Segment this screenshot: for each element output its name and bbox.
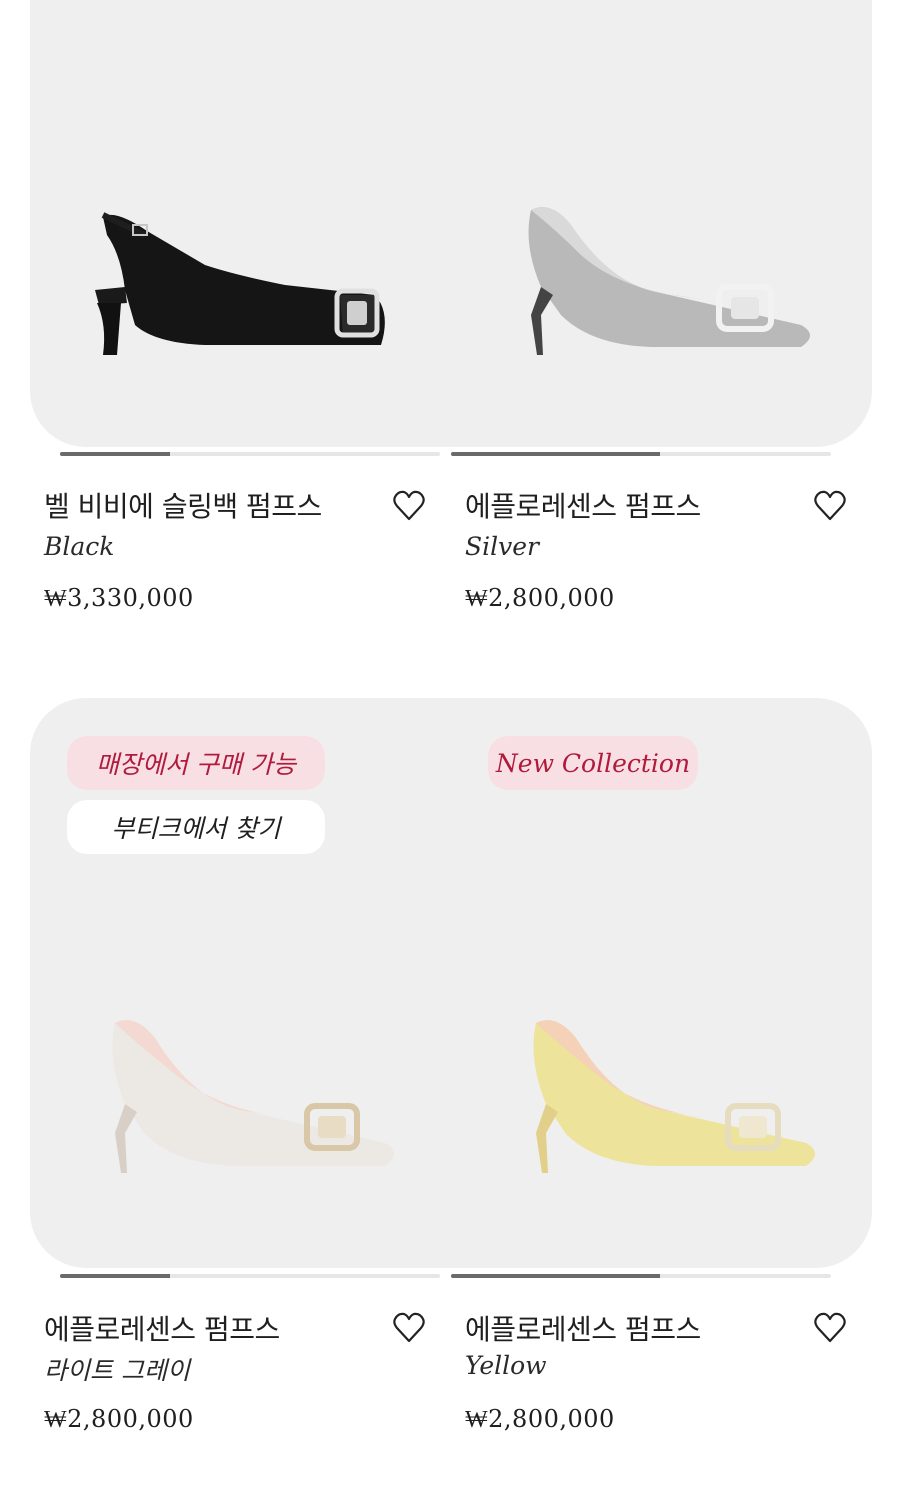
image-carousel-progress-fill	[451, 452, 660, 456]
image-carousel-progress	[451, 1274, 831, 1278]
product-image-1[interactable]	[30, 0, 451, 447]
new-collection-badge: New Collection	[488, 736, 698, 790]
product-price: ₩3,330,000	[44, 584, 194, 612]
product-price: ₩2,800,000	[465, 584, 615, 612]
product-color-variant: Black	[44, 532, 115, 561]
in-store-available-badge: 매장에서 구매 가능	[67, 736, 325, 790]
heart-outline-icon[interactable]	[392, 489, 426, 523]
product-image-4[interactable]: New Collection	[451, 698, 872, 1268]
product-title[interactable]: 에플로레센스 펌프스	[44, 1308, 280, 1348]
product-color-variant: 라이트 그레이	[44, 1356, 190, 1385]
find-in-boutique-button[interactable]: 부티크에서 찾기	[67, 800, 325, 854]
heart-outline-icon[interactable]	[813, 1311, 847, 1345]
image-carousel-progress-fill	[451, 1274, 660, 1278]
image-carousel-progress	[60, 452, 440, 456]
heart-outline-icon[interactable]	[813, 489, 847, 523]
silver-pump-shoe-image	[528, 207, 810, 355]
product-image-2[interactable]	[451, 0, 872, 447]
product-color-variant: Silver	[465, 532, 539, 561]
image-carousel-progress-fill	[60, 452, 171, 456]
black-slingback-shoe-image	[95, 212, 385, 355]
image-carousel-progress-fill	[60, 1274, 171, 1278]
yellow-pump-shoe-image	[533, 1020, 815, 1173]
product-price: ₩2,800,000	[44, 1405, 194, 1433]
product-price: ₩2,800,000	[465, 1405, 615, 1433]
product-color-variant: Yellow	[465, 1351, 547, 1380]
image-carousel-progress	[60, 1274, 440, 1278]
image-carousel-progress	[451, 452, 831, 456]
product-title[interactable]: 벨 비비에 슬링백 펌프스	[44, 485, 322, 525]
heart-outline-icon[interactable]	[392, 1311, 426, 1345]
light-grey-pump-shoe-image	[112, 1020, 395, 1173]
product-image-3[interactable]: 매장에서 구매 가능 부티크에서 찾기	[30, 698, 451, 1268]
product-title[interactable]: 에플로레센스 펌프스	[465, 485, 701, 525]
product-title[interactable]: 에플로레센스 펌프스	[465, 1308, 701, 1348]
